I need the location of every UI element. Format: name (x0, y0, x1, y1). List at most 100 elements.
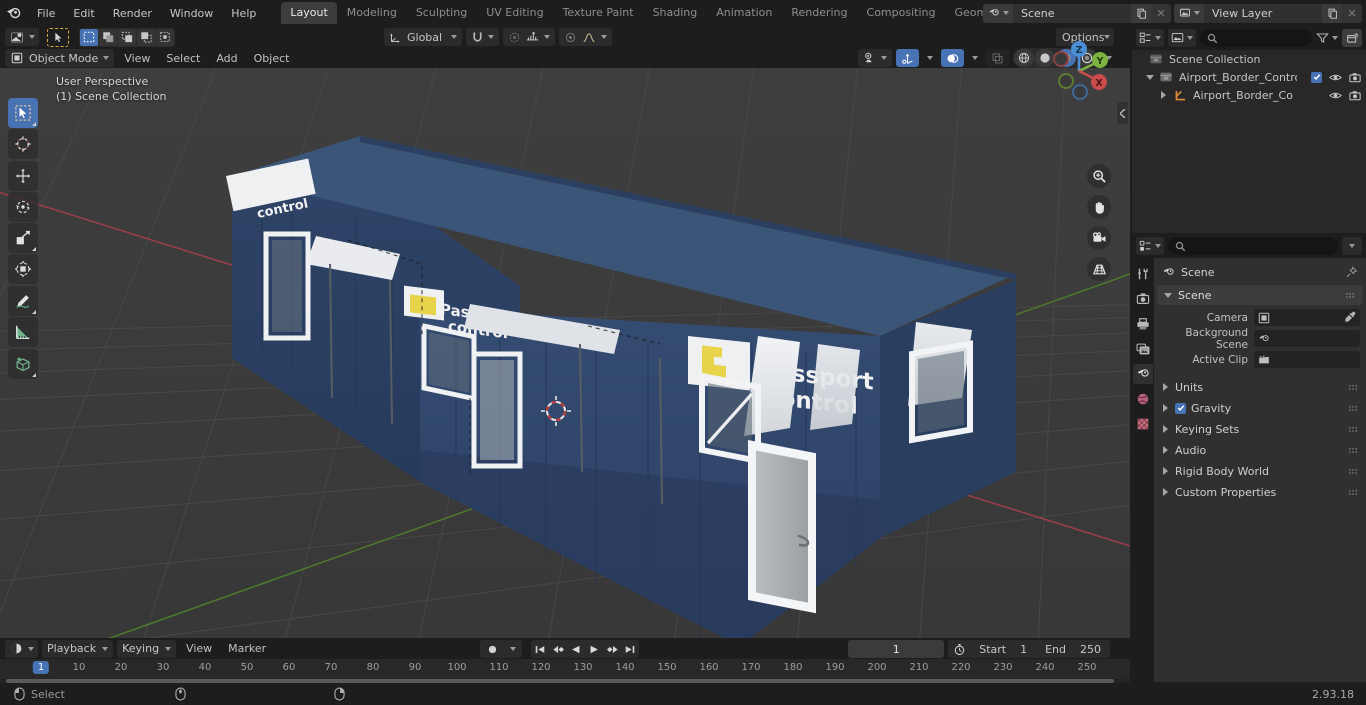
select-extend-icon[interactable] (118, 28, 136, 46)
menu-window[interactable]: Window (161, 4, 222, 23)
collection-checkbox[interactable] (1311, 71, 1322, 83)
subpanel-units[interactable]: Units (1154, 377, 1366, 397)
next-keyframe-icon[interactable] (603, 640, 621, 658)
jump-start-icon[interactable] (531, 640, 549, 658)
outliner-search-input[interactable] (1200, 29, 1312, 47)
subpanel-audio[interactable]: Audio (1154, 440, 1366, 460)
subpanel-rigid-body-world[interactable]: Rigid Body World (1154, 461, 1366, 481)
camera-render-icon[interactable] (1349, 72, 1361, 83)
timeline-ruler[interactable]: 1 10 20 30 40 50 60 70 80 90 100 110 120… (0, 659, 1130, 679)
subpanel-keying-sets[interactable]: Keying Sets (1154, 419, 1366, 439)
scale-icon[interactable] (8, 223, 38, 253)
select-box-icon[interactable] (80, 28, 98, 46)
properties-editor-icon[interactable] (1136, 237, 1164, 255)
select-new-icon[interactable] (99, 28, 117, 46)
outliner-display-mode-icon[interactable] (1136, 29, 1164, 47)
auto-keying-options-button[interactable] (504, 640, 522, 658)
pan-hand-icon[interactable] (1087, 195, 1111, 219)
tab-modeling[interactable]: Modeling (337, 2, 406, 24)
play-icon[interactable] (585, 640, 603, 658)
disclosure-triangle-open-icon[interactable] (1144, 74, 1155, 80)
jump-end-icon[interactable] (621, 640, 639, 658)
visibility-eye-icon[interactable] (1329, 90, 1342, 101)
viewport-canvas[interactable]: Passport control Passport control Passpo… (0, 68, 1130, 638)
gizmo-options-chevron[interactable] (923, 49, 937, 67)
gravity-checkbox[interactable] (1175, 402, 1186, 414)
tab-scene-icon[interactable] (1133, 364, 1153, 384)
select-subtract-icon[interactable] (137, 28, 155, 46)
viewport-menu-object[interactable]: Object (248, 49, 296, 67)
tab-rendering[interactable]: Rendering (782, 2, 857, 24)
tab-view-layer-icon[interactable] (1133, 339, 1153, 359)
tab-compositing[interactable]: Compositing (857, 2, 945, 24)
select-difference-icon[interactable] (156, 28, 174, 46)
subpanel-gravity[interactable]: Gravity (1154, 398, 1366, 418)
viewlayer-name[interactable]: View Layer (1204, 3, 1322, 23)
viewport-menu-add[interactable]: Add (210, 49, 243, 67)
prev-keyframe-icon[interactable] (549, 640, 567, 658)
play-reverse-icon[interactable] (567, 640, 585, 658)
disclosure-triangle-closed-icon[interactable] (1158, 91, 1169, 99)
outliner-row-scene-collection[interactable]: Scene Collection (1132, 50, 1366, 68)
tab-render-icon[interactable] (1133, 289, 1153, 309)
annotate-icon[interactable] (8, 286, 38, 316)
scene-name[interactable]: Scene (1013, 3, 1131, 23)
sidebar-toggle-button[interactable] (1117, 102, 1128, 124)
timeline-editor-icon[interactable] (5, 639, 38, 658)
tab-output-printer-icon[interactable] (1133, 314, 1153, 334)
viewport-menu-view[interactable]: View (118, 49, 156, 67)
add-cube-icon[interactable] (8, 349, 38, 379)
properties-options-button[interactable] (1342, 237, 1362, 255)
outliner-row-object[interactable]: Airport_Border_Control_C (1132, 86, 1366, 104)
tweak-tool-indicator-icon[interactable] (47, 27, 69, 47)
view-layer-icon[interactable] (1174, 3, 1204, 23)
timeline-menu-view[interactable]: View (180, 640, 218, 658)
scene-icon[interactable] (983, 3, 1013, 23)
camera-render-icon[interactable] (1349, 90, 1361, 101)
active-clip-field-input[interactable] (1254, 351, 1360, 368)
tab-world-icon[interactable] (1133, 389, 1153, 409)
pin-icon[interactable] (1345, 265, 1358, 279)
keying-menu[interactable]: Keying (117, 639, 177, 658)
tab-sculpting[interactable]: Sculpting (406, 2, 477, 24)
tab-texture-checker-icon[interactable] (1133, 414, 1153, 434)
gizmo-toggle[interactable] (896, 49, 919, 67)
menu-file[interactable]: File (28, 4, 64, 23)
snap-toggle[interactable] (466, 28, 499, 46)
move-icon[interactable] (8, 161, 38, 191)
menu-render[interactable]: Render (104, 4, 161, 23)
start-frame-input[interactable]: Start 1 (970, 640, 1036, 658)
record-icon[interactable] (480, 640, 504, 658)
playback-menu[interactable]: Playback (42, 639, 114, 658)
menu-edit[interactable]: Edit (64, 4, 103, 23)
measure-icon[interactable] (8, 317, 38, 347)
remove-viewlayer-button[interactable]: ✕ (1342, 3, 1362, 23)
tab-tool-icon[interactable] (1133, 264, 1153, 284)
falloff-select[interactable] (559, 28, 612, 46)
cursor-icon[interactable] (8, 129, 38, 159)
eyedropper-icon[interactable] (1344, 311, 1356, 326)
navigation-gizmo[interactable]: Z Y X (1042, 34, 1116, 108)
object-mode-select[interactable]: Object Mode (5, 49, 115, 67)
playhead[interactable]: 1 (32, 661, 50, 674)
scene-panel-header[interactable]: Scene (1157, 285, 1363, 305)
tweak-select-box-icon[interactable] (8, 98, 38, 128)
properties-search-input[interactable] (1168, 237, 1338, 255)
camera-field-input[interactable] (1254, 309, 1360, 326)
proportional-editing-toggle[interactable] (503, 28, 555, 46)
outliner-filter-button[interactable] (1316, 32, 1338, 44)
outliner-row-collection[interactable]: Airport_Border_Control_Coun (1132, 68, 1366, 86)
rotate-icon[interactable] (8, 192, 38, 222)
background-scene-field-input[interactable] (1254, 330, 1360, 347)
tab-animation[interactable]: Animation (707, 2, 782, 24)
visibility-eye-icon[interactable] (1329, 72, 1342, 83)
menu-help[interactable]: Help (222, 4, 265, 23)
overlays-toggle[interactable] (941, 49, 964, 67)
end-frame-input[interactable]: End 250 (1036, 640, 1110, 658)
timeline-menu-marker[interactable]: Marker (222, 640, 272, 658)
stopwatch-icon[interactable] (948, 640, 970, 658)
unlink-scene-button[interactable]: ✕ (1151, 3, 1171, 23)
new-collection-icon[interactable] (1342, 29, 1362, 47)
xray-toggle[interactable] (986, 49, 1009, 67)
overlay-options-chevron[interactable] (968, 49, 982, 67)
